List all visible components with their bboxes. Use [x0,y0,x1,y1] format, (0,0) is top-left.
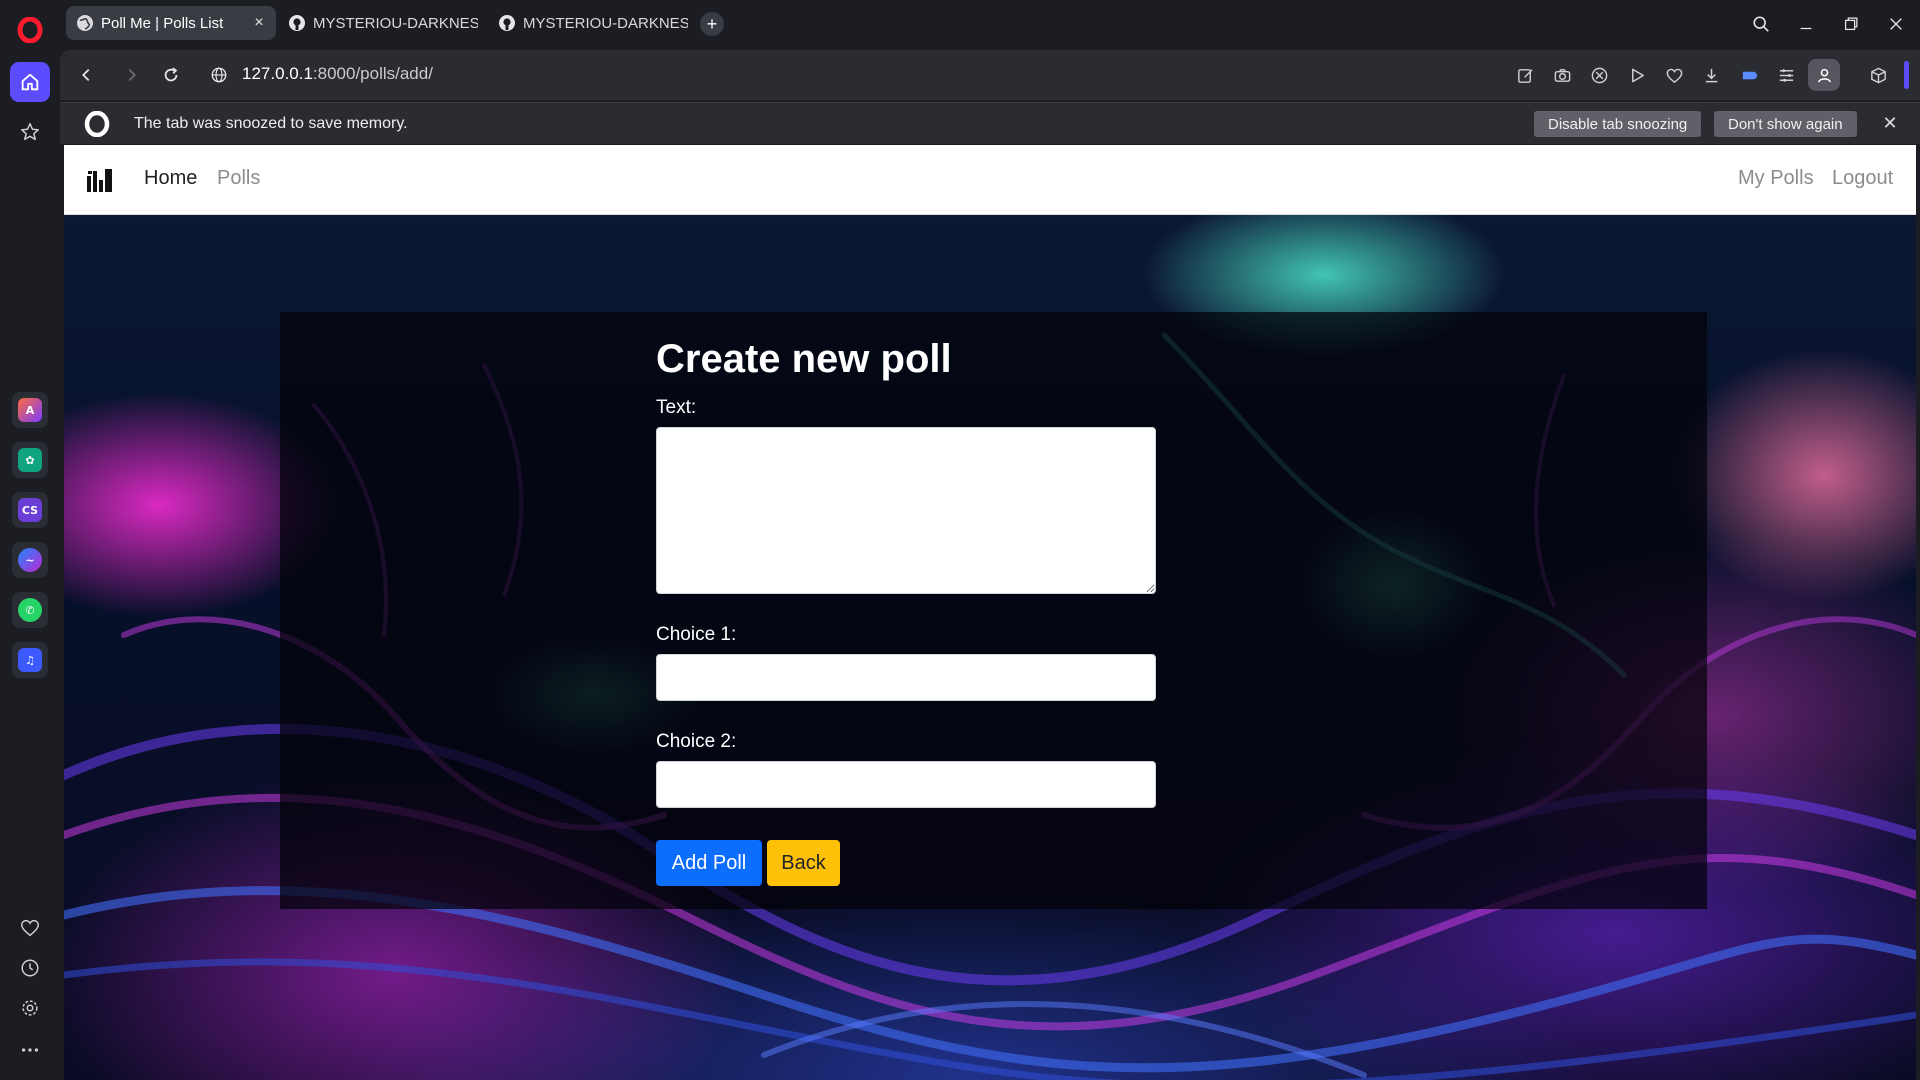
choice1-input[interactable] [656,654,1156,701]
github-favicon-icon [498,14,516,32]
nav-logout-link[interactable]: Logout [1832,167,1893,190]
poll-text-textarea[interactable] [656,427,1156,594]
battery-saver-icon[interactable] [1736,62,1762,88]
url-host: 127.0.0.1 [242,64,313,83]
form-card: Create new poll Text: Choice 1: Choice 2… [280,312,1707,909]
easy-setup-menu-icon[interactable] [1773,62,1799,88]
aria-app-icon[interactable]: A [12,392,48,428]
snooze-message: The tab was snoozed to save memory. [134,115,408,132]
new-tab-plus-icon[interactable]: + [700,12,724,36]
site-logo-icon[interactable] [85,168,115,194]
sidebar-accent-bar [1904,61,1909,89]
ad-blocker-icon[interactable] [1586,62,1612,88]
reload-icon[interactable] [158,62,184,88]
tab-title: MYSTERIOU-DARKNESS/V [523,14,688,32]
search-tabs-icon[interactable] [1746,10,1776,38]
web-page: Home Polls My Polls Logout Create new po… [64,145,1916,1080]
text-label: Text: [656,397,697,418]
tab-title: MYSTERIOU-DARKNESS/V [313,14,478,32]
messenger-app-icon[interactable]: ~ [12,542,48,578]
close-tab-icon[interactable]: × [250,14,268,32]
whatsapp-app-icon[interactable]: ✆ [12,592,48,628]
tab-title: Poll Me | Polls List [101,14,224,32]
choice1-label: Choice 1: [656,624,737,645]
url-field[interactable]: 127.0.0.1:8000/polls/add/ [242,64,433,84]
tab-strip: Poll Me | Polls List × MYSTERIOU-DARKNES… [60,0,1920,48]
more-dots-icon[interactable] [10,1030,50,1070]
download-icon[interactable] [1698,62,1724,88]
browser-sidebar: A ✿ CS ~ ✆ ♫ [0,0,60,1080]
tab-snooze-notice: The tab was snoozed to save memory. Disa… [60,102,1920,144]
globe-favicon-icon [76,14,94,32]
player-play-icon[interactable] [1624,62,1650,88]
back-button[interactable]: Back [767,840,840,886]
tab-github-2[interactable]: MYSTERIOU-DARKNESS/V [488,6,688,40]
github-favicon-icon [288,14,306,32]
choice2-label: Choice 2: [656,731,737,752]
site-info-globe-icon[interactable] [206,62,232,88]
settings-gear-icon[interactable] [10,988,50,1028]
profile-avatar-icon[interactable] [1808,59,1840,91]
background-wave-artwork: Create new poll Text: Choice 1: Choice 2… [64,215,1916,1080]
choice2-input[interactable] [656,761,1156,808]
add-poll-button[interactable]: Add Poll [656,840,762,886]
cs-app-icon[interactable]: CS [12,492,48,528]
chatgpt-app-icon[interactable]: ✿ [12,442,48,478]
nav-polls-link[interactable]: Polls [217,167,260,190]
star-icon[interactable] [10,112,50,152]
nav-my-polls-link[interactable]: My Polls [1738,167,1814,190]
camera-snapshot-icon[interactable] [1549,62,1575,88]
address-bar: 127.0.0.1:8000/polls/add/ [60,50,1920,100]
music-app-icon[interactable]: ♫ [12,642,48,678]
edit-page-icon[interactable] [1512,62,1538,88]
dont-show-again-button[interactable]: Don't show again [1714,111,1857,137]
back-arrow-icon[interactable] [73,62,99,88]
opera-o-icon [84,110,110,138]
nav-home-link[interactable]: Home [144,167,197,190]
tab-github-1[interactable]: MYSTERIOU-DARKNESS/V [278,6,478,40]
close-window-icon[interactable] [1881,10,1911,38]
forward-arrow-icon[interactable] [119,62,145,88]
close-notice-icon[interactable]: ✕ [1880,113,1900,133]
home-icon[interactable] [10,62,50,102]
opera-logo-icon[interactable] [17,16,43,44]
page-title: Create new poll [656,337,952,381]
heart-icon[interactable] [10,908,50,948]
extensions-cube-icon[interactable] [1865,62,1891,88]
restore-icon[interactable] [1836,10,1866,38]
favorites-heart-icon[interactable] [1661,62,1687,88]
tab-poll-me[interactable]: Poll Me | Polls List × [66,6,276,40]
history-clock-icon[interactable] [10,948,50,988]
site-navbar: Home Polls My Polls Logout [64,145,1916,215]
disable-tab-snoozing-button[interactable]: Disable tab snoozing [1534,111,1702,137]
url-path: :8000/polls/add/ [312,64,433,83]
minimize-icon[interactable] [1791,10,1821,38]
